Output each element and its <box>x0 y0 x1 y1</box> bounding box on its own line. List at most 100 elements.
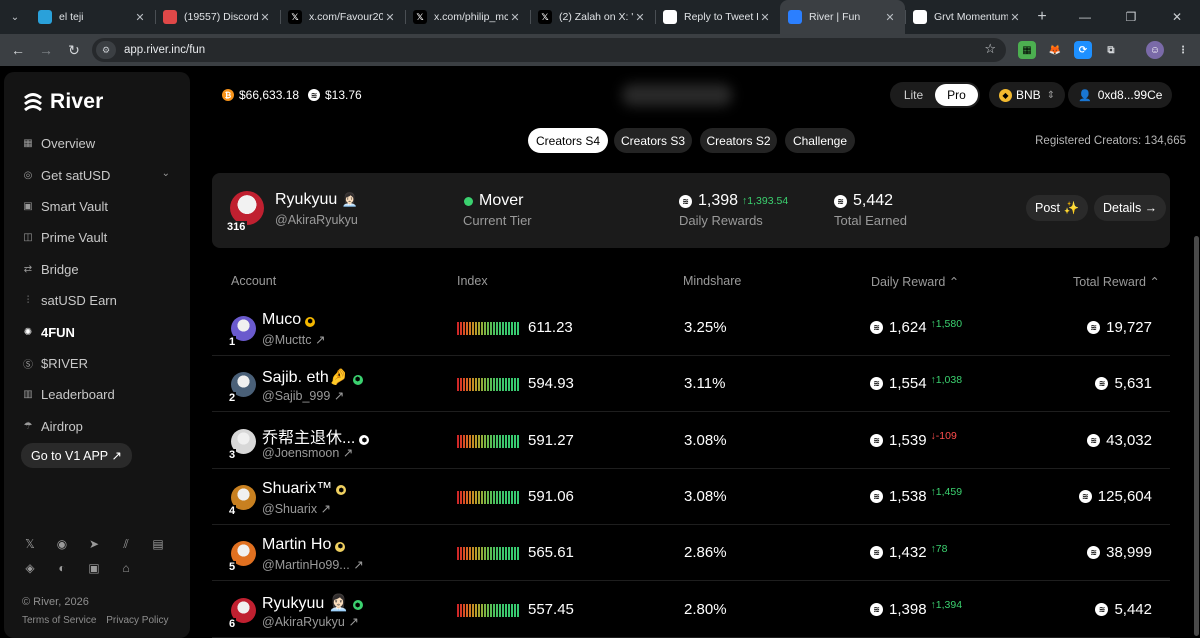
sidebar-item-leaderboard[interactable]: ▥ Leaderboard <box>4 379 190 410</box>
creator-handle[interactable]: @Sajib_999 ↗ <box>262 388 344 403</box>
scrollbar-thumb[interactable] <box>1194 236 1199 636</box>
profile-avatar[interactable]: ☺ <box>1146 41 1164 59</box>
rank-number: 6 <box>228 617 237 630</box>
browser-tab[interactable]: 𝕏x.com/Favour200 ✕ <box>280 0 405 34</box>
season-tab[interactable]: Creators S3 <box>614 128 692 153</box>
github-icon[interactable]: ◐ <box>54 560 70 576</box>
gitbook-icon[interactable]: ⫽ <box>118 536 134 552</box>
x-icon[interactable]: 𝕏 <box>22 536 38 552</box>
table-row[interactable]: 1 Muco ⬢ @Mucttc ↗ 611.23 3.25% ≋ 1,624 ↑1,580 ≋ 1… <box>212 300 1170 356</box>
sidebar-item-overview[interactable]: ▦ Overview <box>4 128 190 159</box>
reload-button[interactable]: ↻ <box>60 34 88 66</box>
sidebar-item-airdrop[interactable]: ☂ Airdrop <box>4 411 190 442</box>
daily-reward: ≋ 1,538 ↑1,459 <box>870 486 962 505</box>
creator-name[interactable]: Ryukyuu 👩🏻‍💼 ⬢ <box>262 593 363 613</box>
mode-pro-button[interactable]: Pro <box>935 84 978 106</box>
index-bar-segment <box>463 603 465 617</box>
table-row[interactable]: 2 Sajib. eth🤌 ⬢ @Sajib_999 ↗ 594.93 3.11% ≋ 1,5… <box>212 356 1170 413</box>
layers-icon[interactable]: ◈ <box>22 560 38 576</box>
forward-button[interactable]: → <box>32 34 60 66</box>
docs-icon[interactable]: ▤ <box>150 536 166 552</box>
creator-handle[interactable]: @AkiraRyukyu ↗ <box>262 614 359 629</box>
sidebar-item-river[interactable]: Ⓢ $RIVER <box>4 348 190 379</box>
close-tab-icon[interactable]: ✕ <box>758 11 772 24</box>
address-bar[interactable]: ⚙ app.river.inc/fun ☆ <box>92 38 1006 62</box>
col-daily-reward[interactable]: Daily Reward ⌃ <box>871 274 959 289</box>
sidebar-item-label: satUSD Earn <box>41 293 117 309</box>
site-info-icon[interactable]: ⚙ <box>96 41 116 59</box>
browser-tab[interactable]: Grvt Momentum ✕ <box>905 0 1030 34</box>
extension-icon-3[interactable]: ⟳ <box>1074 41 1092 59</box>
discord-icon[interactable]: ◉ <box>54 536 70 552</box>
close-tab-icon[interactable]: ✕ <box>383 11 397 24</box>
telegram-icon[interactable]: ➤ <box>86 536 102 552</box>
minimize-icon[interactable]: — <box>1062 0 1108 34</box>
index-bar-segment <box>508 603 510 617</box>
sidebar-item-4fun[interactable]: ✺ 4FUN <box>4 316 190 347</box>
go-to-v1-app-button[interactable]: Go to V1 APP ↗ <box>21 443 132 468</box>
creator-name[interactable]: Muco ⬢ <box>262 311 316 329</box>
close-tab-icon[interactable]: ✕ <box>133 11 147 24</box>
sidebar-item-smart-vault[interactable]: ▣ Smart Vault <box>4 191 190 222</box>
creator-handle[interactable]: @Shuarix ↗ <box>262 501 331 516</box>
sidebar-item-get-satusd[interactable]: ◎ Get satUSD ⌄ <box>4 159 190 190</box>
table-row[interactable]: 3 乔帮主退休... ⬢ @Joensmoon ↗ 591.27 3.08% ≋ 1,539 ↓… <box>212 413 1170 469</box>
table-row[interactable]: 5 Martin Ho ⬢ @MartinHo99... ↗ 565.61 2.86% ≋ 1… <box>212 525 1170 582</box>
daily-reward-change: ↑1,394 <box>930 599 963 611</box>
creator-name[interactable]: Martin Ho ⬢ <box>262 536 346 554</box>
index-bar-segment <box>493 547 495 561</box>
bank-icon[interactable]: ⌂ <box>118 560 134 576</box>
creator-handle[interactable]: @Mucttc ↗ <box>262 332 325 347</box>
browser-tab[interactable]: Reply to Tweet R ✕ <box>655 0 780 34</box>
bookmark-star-icon[interactable]: ☆ <box>984 41 996 57</box>
tab-title: el teji <box>59 11 84 23</box>
metamask-icon[interactable]: 🦊 <box>1046 41 1064 59</box>
river-logo[interactable]: River <box>22 90 104 114</box>
table-row[interactable]: 6 Ryukyuu 👩🏻‍💼 ⬢ @AkiraRyukyu ↗ 557.45 2.80% ≋… <box>212 582 1170 638</box>
browser-tab[interactable]: 𝕏x.com/philip_mc ✕ <box>405 0 530 34</box>
creator-handle[interactable]: @Joensmoon ↗ <box>262 445 353 460</box>
table-row[interactable]: 4 Shuarix™ ⬢ @Shuarix ↗ 591.06 3.08% ≋ 1,538 ↑1,… <box>212 469 1170 525</box>
browser-menu-icon[interactable]: ⋮ <box>1174 41 1192 59</box>
mode-lite-button[interactable]: Lite <box>892 84 935 106</box>
close-tab-icon[interactable]: ✕ <box>508 11 522 24</box>
sidebar-item-satusd-earn[interactable]: ⫶ satUSD Earn <box>4 285 190 316</box>
new-tab-button[interactable]: + <box>1030 8 1054 26</box>
close-tab-icon[interactable]: ✕ <box>633 11 647 24</box>
sidebar-item-bridge[interactable]: ⇄ Bridge <box>4 254 190 285</box>
post-button[interactable]: Post ✨ <box>1026 195 1089 221</box>
creator-name[interactable]: Shuarix™ ⬢ <box>262 480 347 498</box>
sidebar-item-prime-vault[interactable]: ◫ Prime Vault <box>4 222 190 253</box>
close-window-icon[interactable]: ✕ <box>1154 0 1200 34</box>
browser-tab[interactable]: el teji ✕ <box>30 0 155 34</box>
close-tab-icon[interactable]: ✕ <box>258 11 272 24</box>
index-value: 594.93 <box>528 375 574 393</box>
creator-name[interactable]: Sajib. eth🤌 ⬢ <box>262 367 363 387</box>
details-button[interactable]: Details → <box>1094 195 1167 221</box>
col-total-reward[interactable]: Total Reward ⌃ <box>1073 274 1160 289</box>
browser-tab[interactable]: 𝕏 (2) Zalah on X: "I ✕ <box>530 0 655 34</box>
extensions-puzzle-icon[interactable]: ⧉ <box>1102 41 1120 59</box>
creator-handle[interactable]: @MartinHo99... ↗ <box>262 557 364 572</box>
back-button[interactable]: ← <box>4 34 32 66</box>
close-tab-icon[interactable]: ✕ <box>1008 11 1022 24</box>
extension-icon-1[interactable]: ▦ <box>1018 41 1036 59</box>
close-tab-icon[interactable]: ✕ <box>883 11 897 24</box>
chain-selector[interactable]: ◆ BNB ⇕ <box>989 82 1066 108</box>
daily-reward-change: ↑1,038 <box>930 373 963 386</box>
scrollbar[interactable] <box>1192 118 1200 638</box>
season-tab[interactable]: Creators S2 <box>700 128 777 153</box>
restore-icon[interactable]: ❐ <box>1108 0 1154 34</box>
chevron-down-icon[interactable]: ⌄ <box>162 168 170 179</box>
terms-link[interactable]: Terms of Service <box>22 615 96 626</box>
index-bar-segment <box>478 603 480 617</box>
browser-tab[interactable]: (19557) Discord | ✕ <box>155 0 280 34</box>
browser-tab[interactable]: River | Fun ✕ <box>780 0 905 34</box>
index-bar-segment <box>466 490 468 504</box>
season-tab[interactable]: Creators S4 <box>528 128 608 153</box>
wallet-button[interactable]: 👤 0xd8...99Ce <box>1068 82 1173 108</box>
tab-search-icon[interactable]: ⌄ <box>0 0 30 34</box>
season-tab[interactable]: Challenge <box>785 128 855 153</box>
privacy-link[interactable]: Privacy Policy <box>106 615 168 626</box>
audit-icon[interactable]: ▣ <box>86 560 102 576</box>
